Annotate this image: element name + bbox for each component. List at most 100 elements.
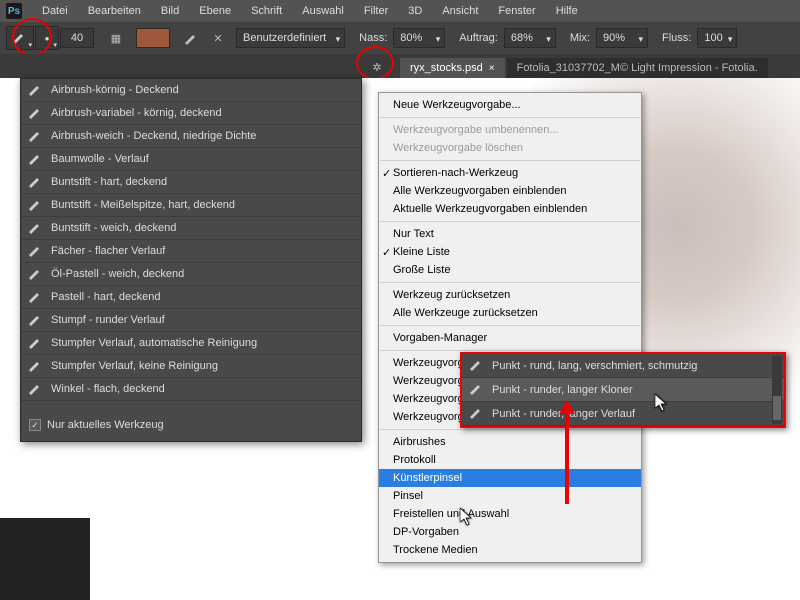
tab-doc-2[interactable]: Fotolia_31037702_M© Light Impression - F…: [507, 58, 768, 78]
menu-text-only[interactable]: Nur Text: [379, 225, 641, 243]
brush-icon: [27, 244, 45, 258]
menu-rename-preset: Werkzeugvorgabe umbenennen...: [379, 121, 641, 139]
menu-sort-by-tool[interactable]: Sortieren-nach-Werkzeug: [379, 164, 641, 182]
menu-trockene-medien[interactable]: Trockene Medien: [379, 541, 641, 559]
separator: [380, 429, 640, 430]
menu-hilfe[interactable]: Hilfe: [546, 5, 588, 17]
preset-item[interactable]: Stumpfer Verlauf, keine Reinigung: [21, 355, 361, 378]
menu-show-current[interactable]: Aktuelle Werkzeugvorgaben einblenden: [379, 200, 641, 218]
close-icon[interactable]: ×: [489, 63, 495, 74]
sub-preset-item[interactable]: Punkt - runder, langer Verlauf: [462, 402, 784, 426]
preset-label: Airbrush-weich - Deckend, niedrige Dicht…: [51, 130, 256, 142]
menu-delete-preset: Werkzeugvorgabe löschen: [379, 139, 641, 157]
menu-protokoll[interactable]: Protokoll: [379, 451, 641, 469]
menu-preset-manager[interactable]: Vorgaben-Manager: [379, 329, 641, 347]
app-logo: Ps: [6, 3, 22, 19]
sub-preset-label: Punkt - rund, lang, verschmiert, schmutz…: [492, 360, 697, 372]
separator: [380, 282, 640, 283]
preset-item[interactable]: Airbrush-weich - Deckend, niedrige Dicht…: [21, 125, 361, 148]
preset-label: Buntstift - hart, deckend: [51, 176, 167, 188]
brush-icon: [27, 359, 45, 373]
cross-icon[interactable]: ✕: [206, 28, 230, 48]
nass-value[interactable]: 80%: [393, 28, 445, 48]
menu-large-list[interactable]: Große Liste: [379, 261, 641, 279]
menu-reset-all-tools[interactable]: Alle Werkzeuge zurücksetzen: [379, 304, 641, 322]
sub-preset-item[interactable]: Punkt - runder, langer Kloner: [462, 378, 784, 402]
brush-icon: [468, 359, 486, 373]
preset-item[interactable]: Stumpf - runder Verlauf: [21, 309, 361, 332]
auftrag-label: Auftrag:: [459, 32, 498, 44]
preset-item[interactable]: Buntstift - Meißelspitze, hart, deckend: [21, 194, 361, 217]
menu-dp-vorgaben[interactable]: DP-Vorgaben: [379, 523, 641, 541]
tool-preset-picker[interactable]: ▾: [6, 26, 34, 50]
options-bar: ▾ ●▾ 40 ▦ ✕ Benutzerdefiniert Nass: 80% …: [0, 22, 800, 54]
auftrag-value[interactable]: 68%: [504, 28, 556, 48]
scrollbar-thumb[interactable]: [773, 396, 781, 420]
preset-item[interactable]: Buntstift - weich, deckend: [21, 217, 361, 240]
brush-panel-toggle[interactable]: ▦: [104, 28, 128, 48]
menu-small-list[interactable]: Kleine Liste: [379, 243, 641, 261]
preset-label: Fächer - flacher Verlauf: [51, 245, 165, 257]
checkbox-label: Nur aktuelles Werkzeug: [47, 419, 164, 431]
brush-icon: [27, 106, 45, 120]
preset-item[interactable]: Baumwolle - Verlauf: [21, 148, 361, 171]
preset-list[interactable]: Airbrush-körnig - Deckend Airbrush-varia…: [21, 79, 361, 401]
mode-dropdown[interactable]: Benutzerdefiniert: [236, 28, 345, 48]
fluss-value[interactable]: 100: [697, 28, 737, 48]
tab-doc-1[interactable]: ryx_stocks.psd×: [400, 58, 505, 78]
scrollbar[interactable]: [772, 356, 782, 424]
menu-airbrushes[interactable]: Airbrushes: [379, 433, 641, 451]
wet-brush-icon[interactable]: [178, 28, 202, 48]
menu-kuenstlerpinsel[interactable]: Künstlerpinsel: [379, 469, 641, 487]
menu-freistellen[interactable]: Freistellen und Auswahl: [379, 505, 641, 523]
menu-ansicht[interactable]: Ansicht: [432, 5, 488, 17]
brush-icon: [27, 221, 45, 235]
annotation-arrow: [565, 404, 569, 504]
menu-auswahl[interactable]: Auswahl: [292, 5, 354, 17]
current-tool-checkbox[interactable]: ✓: [29, 419, 41, 431]
preset-label: Stumpfer Verlauf, automatische Reinigung: [51, 337, 257, 349]
preset-item[interactable]: Pastell - hart, deckend: [21, 286, 361, 309]
brush-icon: [27, 198, 45, 212]
tab-label: Fotolia_31037702_M© Light Impression - F…: [517, 62, 758, 74]
preset-label: Öl-Pastell - weich, deckend: [51, 268, 184, 280]
gear-icon[interactable]: ✲: [368, 58, 386, 76]
menu-reset-tool[interactable]: Werkzeug zurücksetzen: [379, 286, 641, 304]
preset-item[interactable]: Öl-Pastell - weich, deckend: [21, 263, 361, 286]
sub-preset-item[interactable]: Punkt - rund, lang, verschmiert, schmutz…: [462, 354, 784, 378]
color-swatch[interactable]: [136, 28, 170, 48]
brush-size-field[interactable]: 40: [60, 28, 94, 48]
menu-datei[interactable]: Datei: [32, 5, 78, 17]
preset-item[interactable]: Airbrush-variabel - körnig, deckend: [21, 102, 361, 125]
menu-show-all[interactable]: Alle Werkzeugvorgaben einblenden: [379, 182, 641, 200]
menu-bar: Ps Datei Bearbeiten Bild Ebene Schrift A…: [0, 0, 800, 22]
menu-filter[interactable]: Filter: [354, 5, 398, 17]
brush-icon: [468, 383, 486, 397]
preset-item[interactable]: Fächer - flacher Verlauf: [21, 240, 361, 263]
brush-preset-picker[interactable]: ●▾: [35, 26, 59, 50]
menu-pinsel[interactable]: Pinsel: [379, 487, 641, 505]
preset-flyout-menu: Neue Werkzeugvorgabe... Werkzeugvorgabe …: [378, 92, 642, 563]
menu-fenster[interactable]: Fenster: [488, 5, 545, 17]
mix-label: Mix:: [570, 32, 590, 44]
mix-value[interactable]: 90%: [596, 28, 648, 48]
menu-schrift[interactable]: Schrift: [241, 5, 292, 17]
preset-item[interactable]: Buntstift - hart, deckend: [21, 171, 361, 194]
menu-new-preset[interactable]: Neue Werkzeugvorgabe...: [379, 96, 641, 114]
preset-label: Stumpf - runder Verlauf: [51, 314, 165, 326]
menu-3d[interactable]: 3D: [398, 5, 432, 17]
preset-label: Pastell - hart, deckend: [51, 291, 160, 303]
preset-item[interactable]: Airbrush-körnig - Deckend: [21, 79, 361, 102]
menu-ebene[interactable]: Ebene: [189, 5, 241, 17]
preset-label: Airbrush-variabel - körnig, deckend: [51, 107, 222, 119]
menu-bearbeiten[interactable]: Bearbeiten: [78, 5, 151, 17]
nass-label: Nass:: [359, 32, 387, 44]
preset-label: Stumpfer Verlauf, keine Reinigung: [51, 360, 218, 372]
preset-label: Airbrush-körnig - Deckend: [51, 84, 179, 96]
brush-icon: [27, 175, 45, 189]
preset-item[interactable]: Stumpfer Verlauf, automatische Reinigung: [21, 332, 361, 355]
brush-icon: [27, 313, 45, 327]
menu-bild[interactable]: Bild: [151, 5, 189, 17]
preset-item[interactable]: Winkel - flach, deckend: [21, 378, 361, 401]
brush-icon: [27, 152, 45, 166]
